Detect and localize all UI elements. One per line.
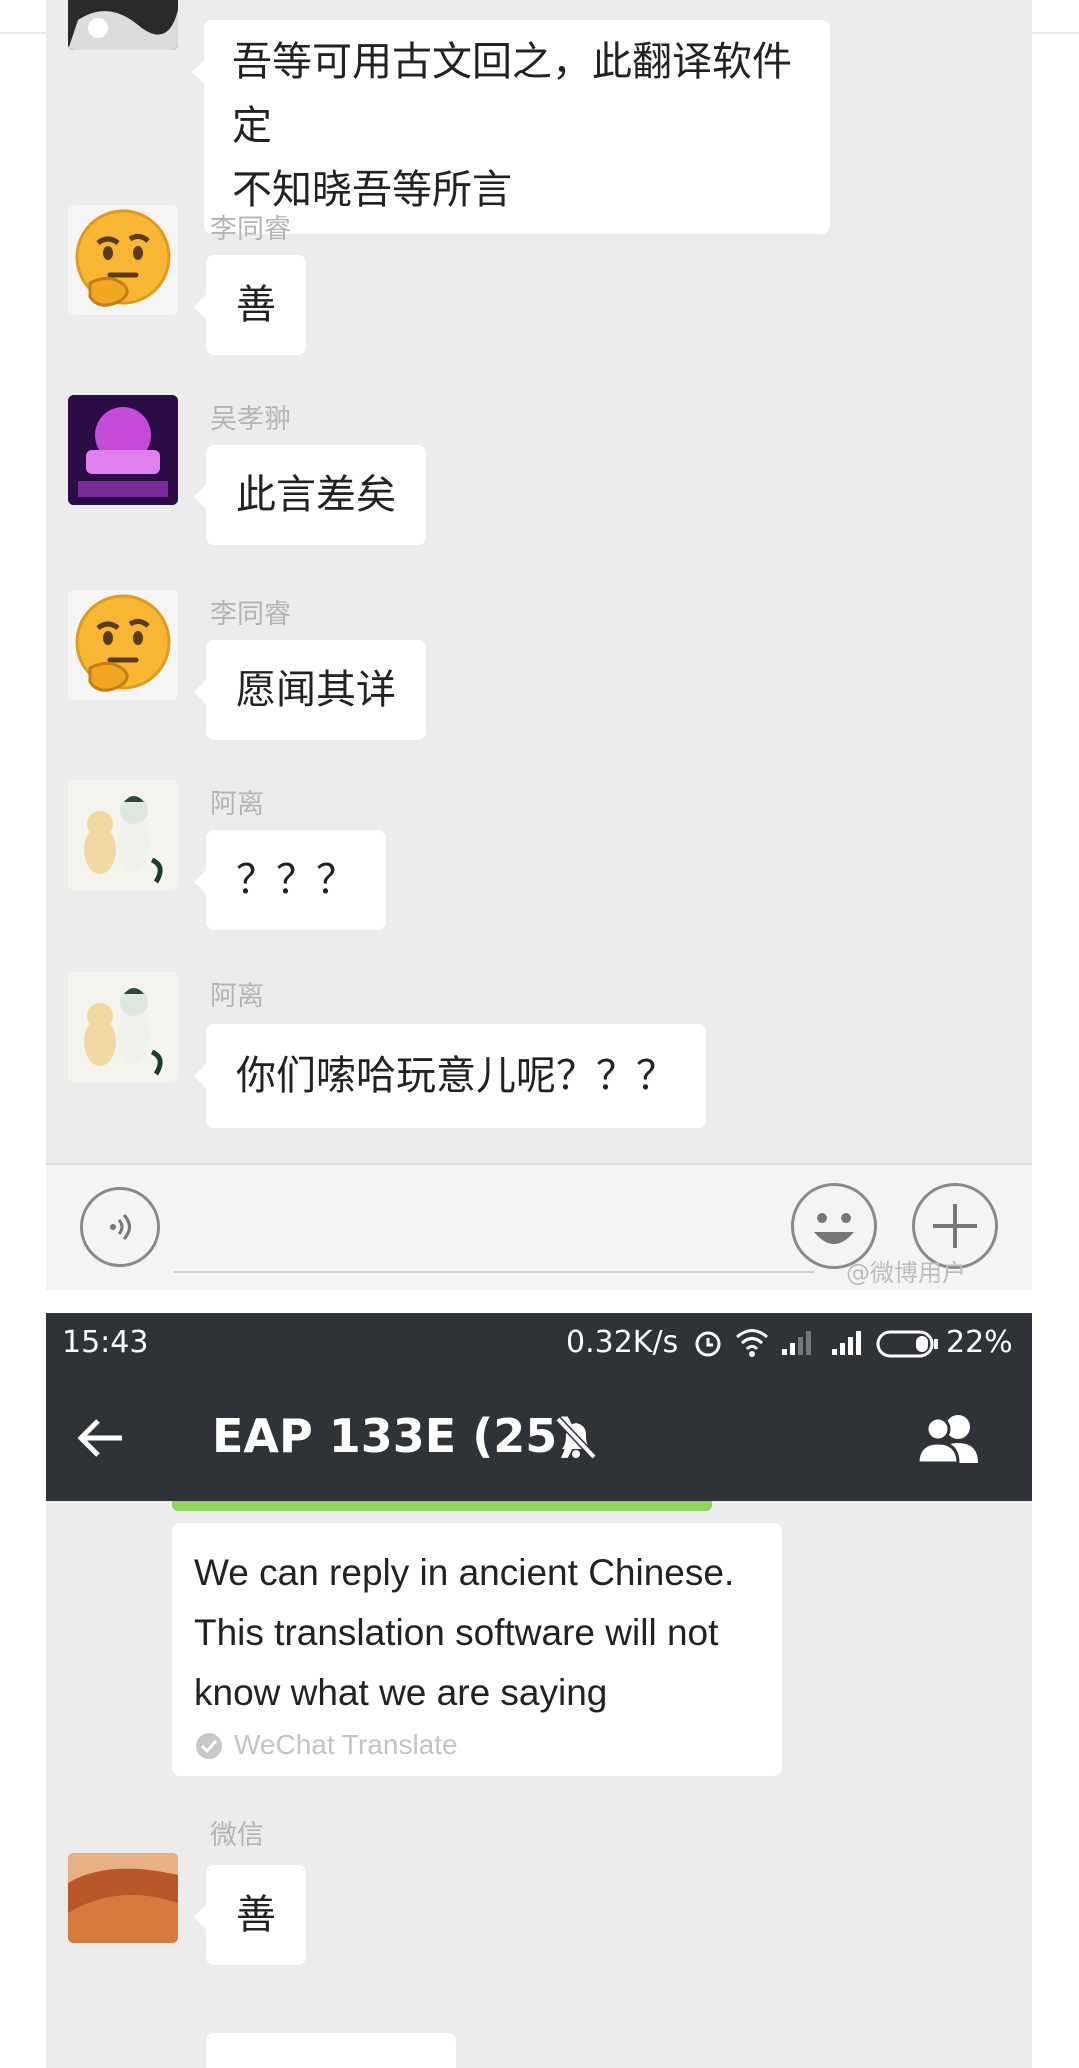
message-text: ？？？ xyxy=(236,857,356,903)
chat-screenshot-2: 15:43 0.32K/s 22% EAP 133E (25) We can r… xyxy=(46,1313,1032,2068)
translation-line3: know what we are saying xyxy=(194,1672,608,1713)
sender-name: 李同睿 xyxy=(210,214,291,245)
chat-message: 李同睿 愿闻其详 xyxy=(46,590,1032,750)
thinking-face-icon xyxy=(75,209,171,307)
check-icon xyxy=(196,1733,222,1759)
avatar[interactable] xyxy=(68,395,178,505)
avatar[interactable] xyxy=(68,590,178,700)
sender-name: 微信 xyxy=(210,1820,264,1851)
wifi-icon xyxy=(736,1329,768,1357)
chat-message: 阿离 你们嗦哈玩意儿呢？？？ xyxy=(46,972,1032,1142)
battery-icon xyxy=(876,1330,938,1358)
battery-percent: 22% xyxy=(946,1325,1013,1360)
message-bubble[interactable]: 吾等可用古文回之，此翻译软件定 不知晓吾等所言 xyxy=(192,20,830,234)
back-arrow-icon[interactable] xyxy=(76,1415,126,1461)
translated-message-bubble[interactable]: We can reply in ancient Chinese. This tr… xyxy=(172,1523,782,1776)
status-time: 15:43 xyxy=(62,1325,149,1360)
translation-line1: We can reply in ancient Chinese. xyxy=(194,1552,735,1593)
message-bubble[interactable]: 你们嗦哈玩意儿呢？？？ xyxy=(194,1024,706,1128)
chat-message: 吾等可用古文回之，此翻译软件定 不知晓吾等所言 xyxy=(46,0,1032,234)
translate-label: WeChat Translate xyxy=(234,1729,458,1760)
voice-icon xyxy=(110,1213,131,1241)
message-bubble[interactable]: 愿闻其详 xyxy=(194,640,426,740)
message-bubble[interactable]: ？？？ xyxy=(194,830,386,930)
message-bubble[interactable]: 善 xyxy=(194,255,306,355)
chat-title: EAP 133E (25) xyxy=(212,1409,579,1463)
message-text: 愿闻其详 xyxy=(236,667,396,713)
cats-icon xyxy=(68,972,178,1082)
message-bubble[interactable]: 善 xyxy=(194,1865,306,1965)
thinking-face-icon xyxy=(75,594,171,692)
avatar[interactable] xyxy=(68,780,178,890)
text-input[interactable] xyxy=(174,1271,814,1273)
chat-message: 微信 善 xyxy=(46,1813,1032,1983)
network-speed: 0.32K/s xyxy=(566,1325,679,1360)
message-text-line1: 吾等可用古文回之，此翻译软件定 xyxy=(232,39,792,149)
message-bubble[interactable] xyxy=(206,2033,456,2068)
message-bubble[interactable]: 此言差矣 xyxy=(194,445,426,545)
sender-name: 阿离 xyxy=(210,789,264,820)
watermark: @微博用户 xyxy=(846,1259,966,1287)
signal-icon xyxy=(782,1331,811,1355)
chat-input-bar: @微博用户 xyxy=(46,1163,1032,1290)
message-text: 你们嗦哈玩意儿呢？？？ xyxy=(236,1053,676,1099)
message-text: 善 xyxy=(236,282,276,328)
cats-icon xyxy=(68,780,178,890)
sender-name: 吴孝翀 xyxy=(210,404,291,435)
avatar[interactable] xyxy=(68,972,178,1082)
chat-message: 李同睿 善 xyxy=(46,205,1032,365)
sender-name: 阿离 xyxy=(210,981,264,1012)
chat-screenshot-1: 吾等可用古文回之，此翻译软件定 不知晓吾等所言 李同睿 善 吴孝翀 此言差矣 李… xyxy=(46,0,1032,1290)
group-members-icon[interactable] xyxy=(914,1411,986,1467)
avatar[interactable] xyxy=(68,205,178,315)
status-bar: 15:43 0.32K/s 22% xyxy=(46,1313,1032,1375)
message-text: 此言差矣 xyxy=(236,472,396,518)
green-bubble-edge xyxy=(172,1501,712,1511)
avatar[interactable] xyxy=(68,0,178,50)
nav-bar: EAP 133E (25) xyxy=(46,1375,1032,1501)
message-text: 善 xyxy=(236,1892,276,1938)
avatar[interactable] xyxy=(68,1853,178,1943)
signal-icon xyxy=(832,1331,861,1355)
translation-line2: This translation software will not xyxy=(194,1612,719,1653)
alarm-icon xyxy=(695,1331,721,1357)
voice-button[interactable] xyxy=(80,1187,160,1267)
chat-message: 阿离 ？？？ xyxy=(46,780,1032,940)
sender-name: 李同睿 xyxy=(210,599,291,630)
mute-bell-icon xyxy=(555,1416,597,1460)
chat-message: 吴孝翀 此言差矣 xyxy=(46,395,1032,555)
